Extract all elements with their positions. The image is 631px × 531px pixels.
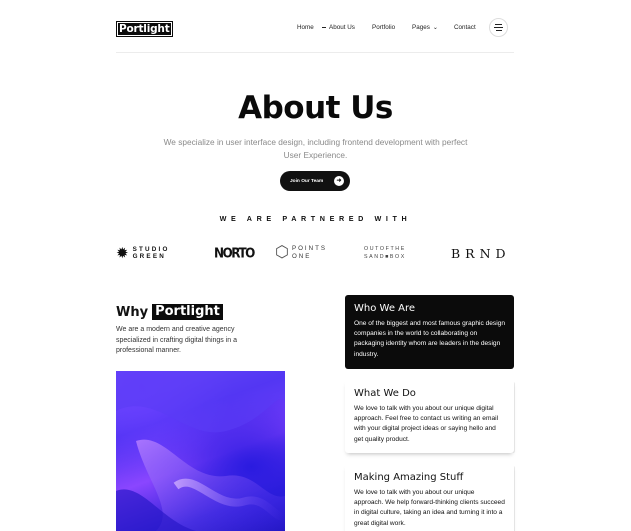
- menu-button[interactable]: [489, 18, 508, 37]
- nav-portfolio-label: Portfolio: [372, 24, 396, 31]
- card-who-we-are[interactable]: Who We Are One of the biggest and most f…: [345, 295, 514, 369]
- abstract-gradient-image: [116, 371, 285, 531]
- menu-icon-line: [494, 27, 503, 28]
- header-divider: [116, 52, 514, 53]
- menu-icon-line: [495, 30, 502, 31]
- why-description: We are a modern and creative agency spec…: [116, 326, 238, 355]
- card-what-we-do[interactable]: What We Do We love to talk with you abou…: [345, 380, 514, 453]
- arrow-right-icon: ➜: [334, 176, 344, 186]
- card-text: We love to talk with you about our uniqu…: [354, 405, 499, 443]
- card-text: We love to talk with you about our uniqu…: [354, 489, 505, 527]
- nav-contact[interactable]: Contact: [454, 24, 476, 31]
- partner-logo-text: ONE: [291, 253, 312, 260]
- nav-pages-label: Pages: [412, 24, 430, 31]
- why-heading-brand: Portlight: [152, 304, 223, 320]
- site-header: Portlight Home About Us Portfolio Pages ⌄…: [116, 14, 514, 44]
- card-text: One of the biggest and most famous graph…: [354, 320, 506, 358]
- partner-logo-text: POINTS: [291, 245, 328, 252]
- hero-subtitle: We specialize in user interface design, …: [163, 137, 468, 160]
- join-button-label: Join Our Team: [290, 178, 324, 184]
- partner-logo-brnd: BRND: [451, 245, 511, 261]
- partner-logo-text: STUDIO: [132, 245, 170, 253]
- card-title: Making Amazing Stuff: [354, 472, 464, 483]
- why-heading: Why Portlight: [116, 304, 223, 320]
- nav-about-label: About Us: [329, 24, 355, 31]
- partner-logo-text: GREEN: [132, 253, 166, 260]
- nav-portfolio[interactable]: Portfolio: [372, 24, 395, 31]
- partner-logo-points-one: ⬡ POINTS ONE: [275, 243, 327, 263]
- card-making-amazing-stuff[interactable]: Making Amazing Stuff We love to talk wit…: [345, 464, 514, 531]
- partners-heading: WE ARE PARTNERED WITH: [219, 214, 412, 223]
- partner-logo-studio-green: ✹ STUDIO GREEN: [116, 243, 170, 263]
- page-title: About Us: [238, 90, 393, 126]
- menu-icon: [495, 24, 502, 25]
- partner-logo-text: OUTOFTHE: [364, 246, 406, 252]
- hexagon-icon: ⬡: [275, 244, 289, 261]
- nav-pages[interactable]: Pages ⌄: [412, 24, 438, 31]
- partner-logo-norto: NORTO: [214, 245, 255, 261]
- card-title: Who We Are: [354, 303, 416, 314]
- starburst-icon: ✹: [116, 244, 129, 262]
- chevron-down-icon: ⌄: [432, 25, 438, 31]
- card-title: What We Do: [354, 388, 416, 399]
- nav-home[interactable]: Home: [297, 24, 314, 31]
- nav-about-us[interactable]: About Us: [322, 24, 355, 31]
- join-our-team-button[interactable]: Join Our Team ➜: [280, 171, 350, 191]
- abstract-waves-graphic: [116, 371, 285, 531]
- partner-logo-sandbox: OUTOFTHE SAND■BOX: [364, 243, 406, 263]
- nav-home-label: Home: [297, 24, 314, 31]
- why-heading-prefix: Why: [116, 304, 149, 320]
- active-indicator: [322, 27, 326, 28]
- site-logo[interactable]: Portlight: [116, 21, 173, 37]
- nav-contact-label: Contact: [454, 24, 476, 31]
- partner-logo-text: SAND■BOX: [364, 254, 406, 260]
